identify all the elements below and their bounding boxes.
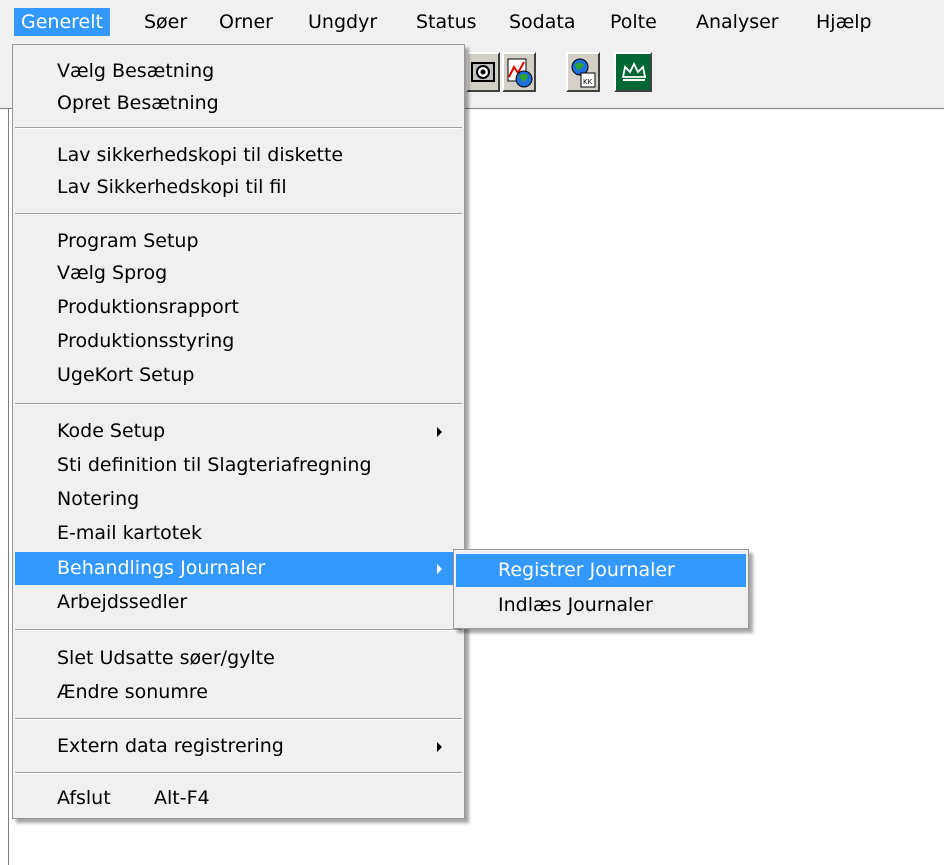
- menu-generelt[interactable]: Generelt: [14, 8, 110, 36]
- crown-icon: [621, 61, 647, 81]
- menu-item-label: Kode Setup: [57, 420, 166, 442]
- menu-item-vaelg-besaetning[interactable]: Vælg Besætning: [15, 55, 462, 88]
- submenu-arrow-icon: [437, 427, 442, 437]
- camera-button[interactable]: [466, 52, 500, 92]
- camera-icon: [471, 62, 495, 82]
- menu-item-sti-definition[interactable]: Sti definition til Slagteriafregning: [15, 449, 462, 482]
- menu-orner[interactable]: Orner: [212, 8, 280, 36]
- menu-item-email-kartotek[interactable]: E-mail kartotek: [15, 517, 462, 550]
- menu-item-arbejdssedler[interactable]: Arbejdssedler: [15, 586, 462, 619]
- menu-item-label: Afslut: [57, 787, 111, 809]
- menu-item-vaelg-sprog[interactable]: Vælg Sprog: [15, 257, 462, 290]
- menu-item-opret-besaetning[interactable]: Opret Besætning: [15, 87, 462, 120]
- menu-item-produktionsrapport[interactable]: Produktionsrapport: [15, 291, 462, 324]
- menu-item-ugekort-setup[interactable]: UgeKort Setup: [15, 359, 462, 392]
- menu-analyser[interactable]: Analyser: [689, 8, 786, 36]
- menu-item-afslut[interactable]: Afslut Alt-F4: [15, 782, 462, 815]
- generelt-menu: Vælg Besætning Opret Besætning Lav sikke…: [12, 44, 465, 819]
- menu-polte[interactable]: Polte: [603, 8, 664, 36]
- window-edge: [8, 108, 9, 865]
- menu-item-notering[interactable]: Notering: [15, 483, 462, 516]
- journal-submenu: Registrer Journaler Indlæs Journaler: [453, 549, 749, 629]
- menu-item-aendre-sonumre[interactable]: Ændre sonumre: [15, 676, 462, 709]
- menu-separator: [15, 403, 462, 405]
- menu-item-registrer-journaler[interactable]: Registrer Journaler: [456, 554, 746, 587]
- menu-item-behandlings-journaler[interactable]: Behandlings Journaler: [15, 552, 462, 585]
- menu-item-program-setup[interactable]: Program Setup: [15, 225, 462, 258]
- menu-item-extern-data[interactable]: Extern data registrering: [15, 730, 462, 763]
- menu-item-sikkerhedskopi-diskette[interactable]: Lav sikkerhedskopi til diskette: [15, 139, 462, 172]
- menu-hjaelp[interactable]: Hjælp: [809, 8, 879, 36]
- menu-separator: [15, 629, 462, 631]
- chart-globe-button[interactable]: [502, 52, 536, 92]
- menu-item-label: Extern data registrering: [57, 735, 284, 757]
- menu-item-kode-setup[interactable]: Kode Setup: [15, 415, 462, 448]
- menu-bar: Generelt Søer Orner Ungdyr Status Sodata…: [0, 0, 944, 44]
- menu-item-shortcut: Alt-F4: [154, 787, 210, 809]
- menu-separator: [15, 772, 462, 774]
- user-globe-icon: KK: [571, 58, 596, 88]
- user-globe-button[interactable]: KK: [566, 52, 600, 92]
- menu-soer[interactable]: Søer: [137, 8, 194, 36]
- menu-separator: [15, 718, 462, 720]
- menu-status[interactable]: Status: [409, 8, 484, 36]
- menu-item-slet-udsatte[interactable]: Slet Udsatte søer/gylte: [15, 642, 462, 675]
- submenu-arrow-icon: [437, 564, 442, 574]
- submenu-arrow-icon: [437, 742, 442, 752]
- menu-sodata[interactable]: Sodata: [502, 8, 582, 36]
- menu-item-produktionsstyring[interactable]: Produktionsstyring: [15, 325, 462, 358]
- menu-item-label: Behandlings Journaler: [57, 557, 266, 579]
- menu-item-indlaes-journaler[interactable]: Indlæs Journaler: [456, 589, 746, 622]
- menu-item-sikkerhedskopi-fil[interactable]: Lav Sikkerhedskopi til fil: [15, 171, 462, 204]
- menu-separator: [15, 213, 462, 215]
- svg-text:KK: KK: [583, 78, 593, 86]
- menu-ungdyr[interactable]: Ungdyr: [301, 8, 384, 36]
- crown-button[interactable]: [614, 52, 652, 92]
- menu-separator: [15, 127, 462, 129]
- chart-globe-icon: [507, 58, 533, 88]
